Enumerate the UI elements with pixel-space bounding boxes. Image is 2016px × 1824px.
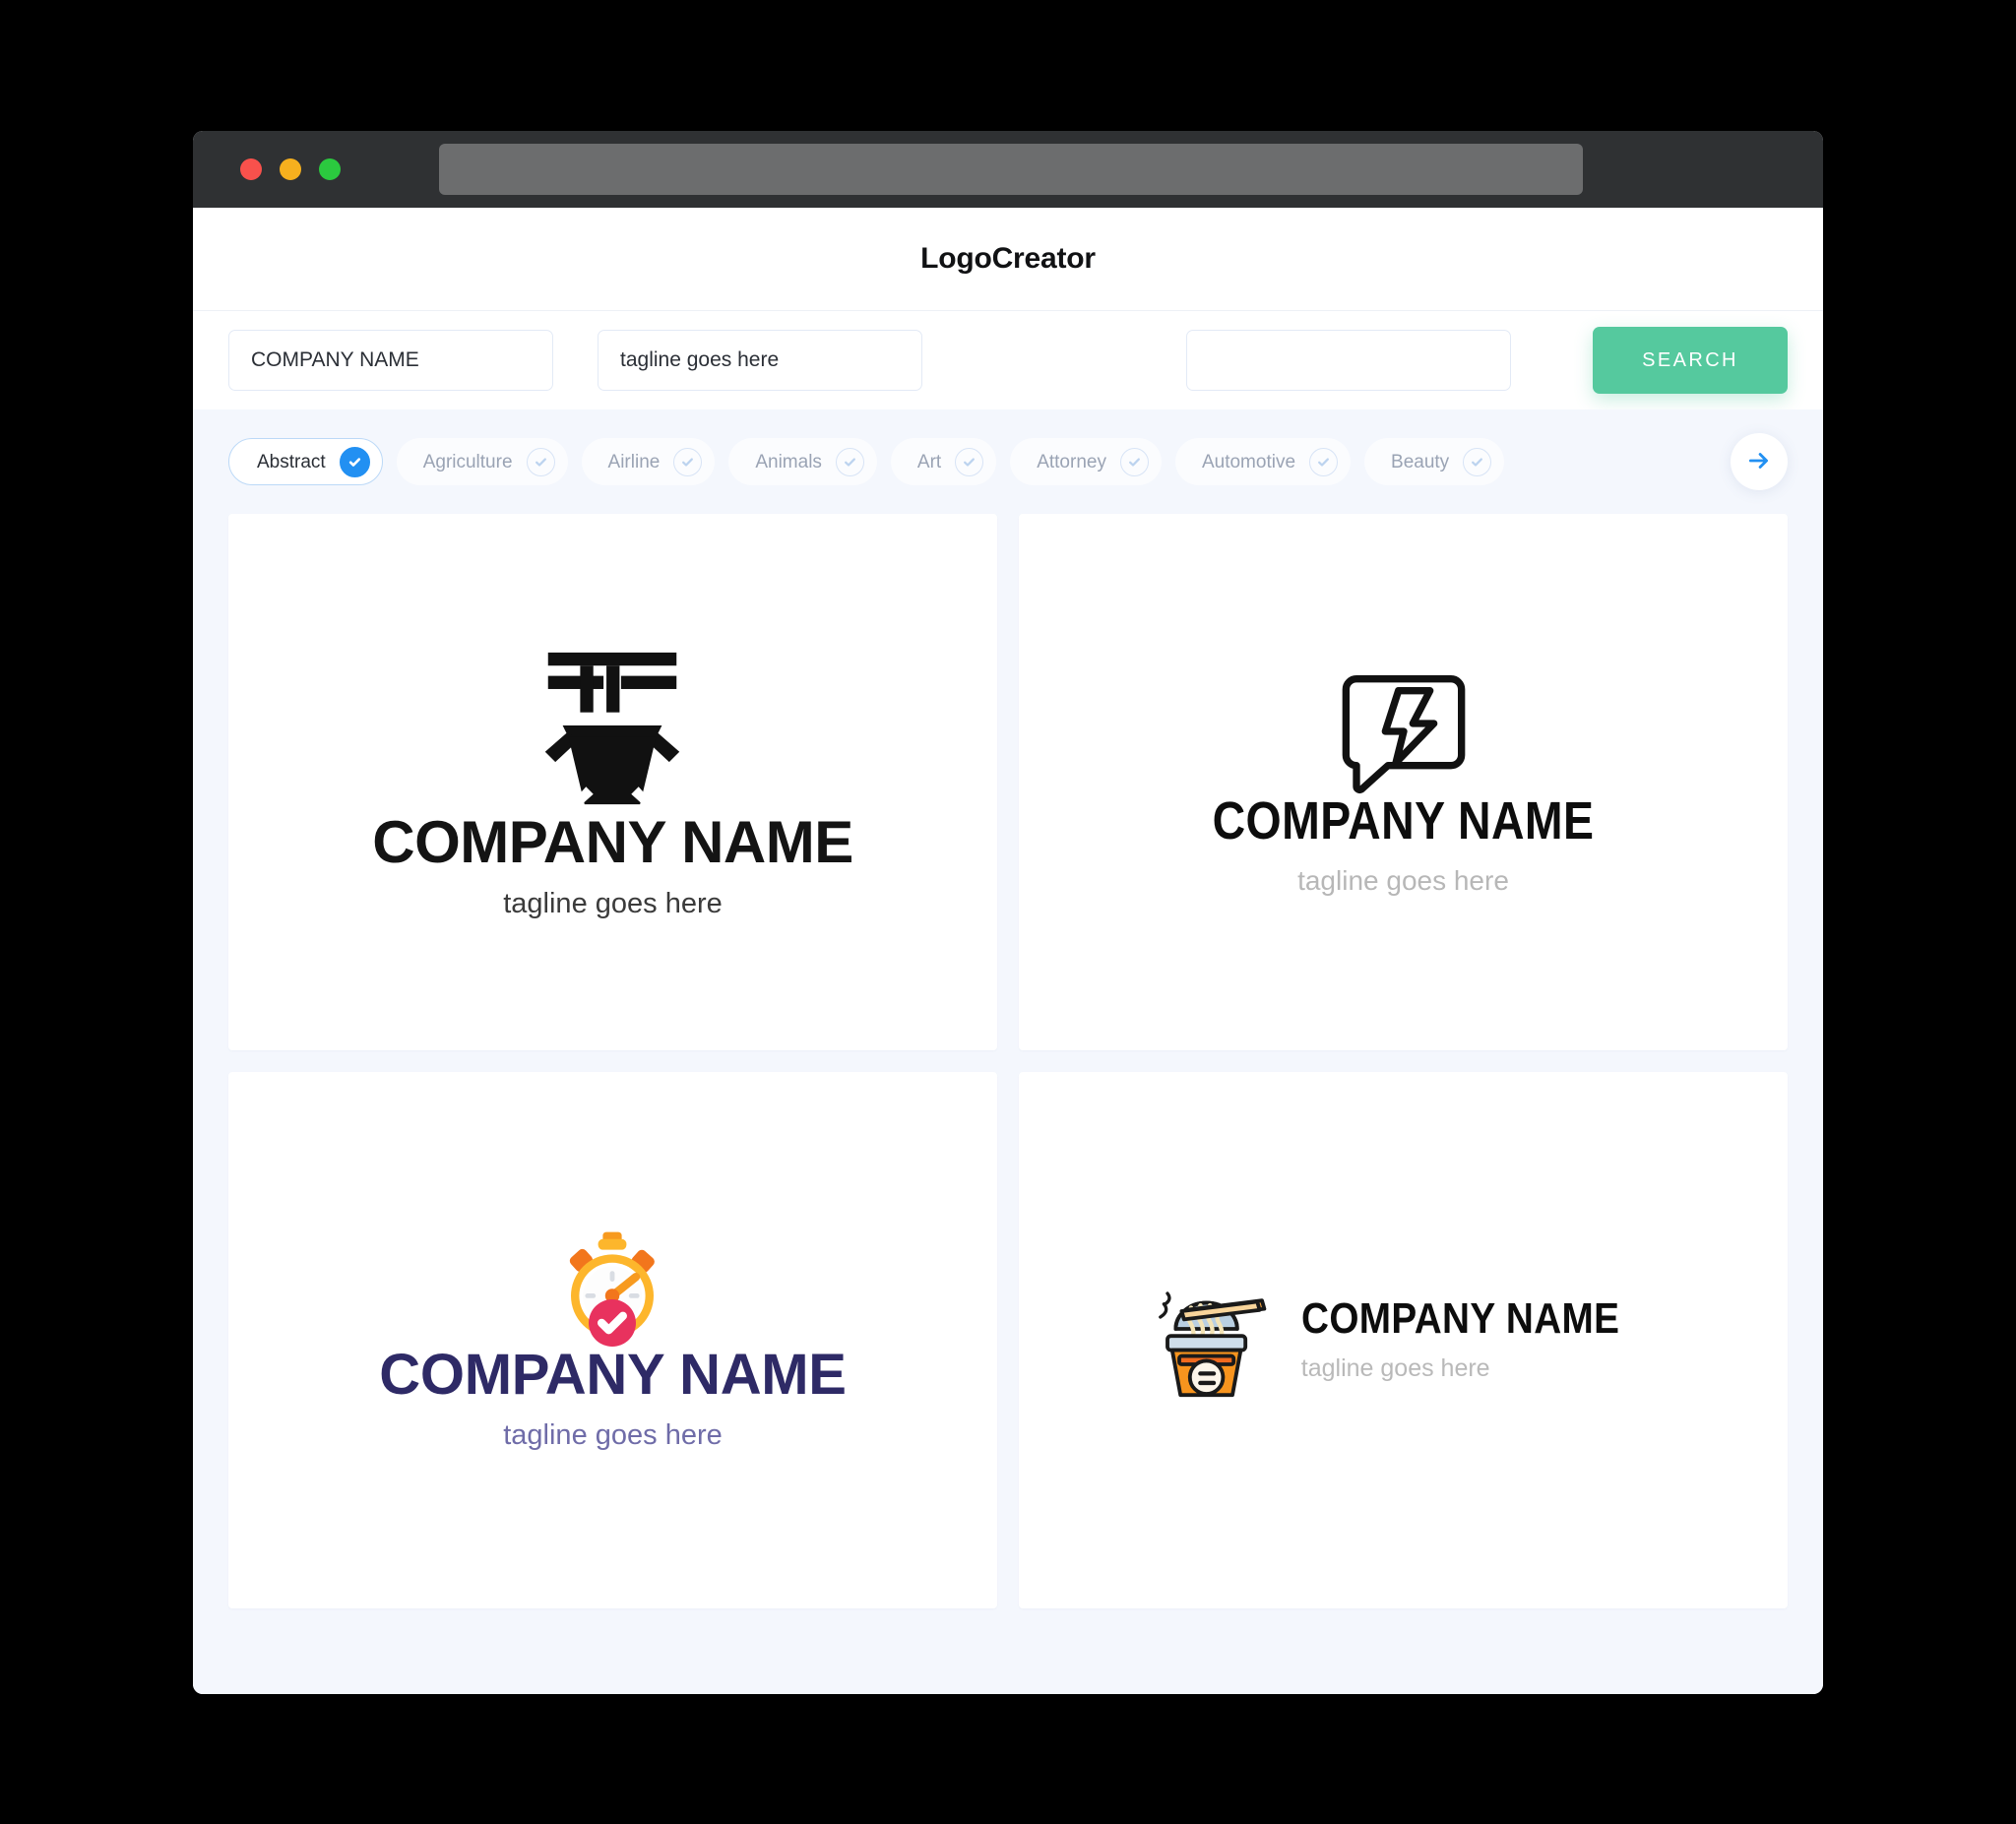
logo-card[interactable]: COMPANY NAME tagline goes here (1019, 1072, 1788, 1608)
logo-card[interactable]: COMPANY NAME tagline goes here (1019, 514, 1788, 1050)
tagline-input[interactable]: tagline goes here (598, 330, 922, 391)
logo-tagline: tagline goes here (1297, 864, 1509, 896)
logo-company-name: COMPANY NAME (379, 1343, 847, 1407)
logo-text-block: COMPANY NAME tagline goes here (1301, 1297, 1663, 1383)
category-chip-label: Automotive (1201, 451, 1296, 472)
category-chip-animals[interactable]: Animals (728, 438, 877, 485)
traffic-light-group (240, 158, 341, 180)
app-body: Abstract Agriculture Airline Animals Art… (193, 409, 1823, 1694)
arrow-right-icon (1746, 448, 1772, 476)
check-circle-icon (955, 447, 984, 476)
search-button[interactable]: SEARCH (1593, 327, 1788, 394)
browser-window: LogoCreator COMPANY NAME tagline goes he… (193, 131, 1823, 1694)
category-chip-label: Art (916, 451, 942, 472)
logo-text-block: COMPANY NAME tagline goes here (1181, 794, 1625, 897)
check-circle-icon (526, 447, 555, 476)
logo-tagline: tagline goes here (503, 888, 723, 919)
maximize-window-button[interactable] (319, 158, 341, 180)
check-circle-icon (673, 447, 703, 476)
category-chip-label: Airline (607, 451, 661, 472)
logo-text-block: COMPANY NAME tagline goes here (379, 1343, 847, 1452)
app-title: LogoCreator (920, 242, 1096, 275)
browser-titlebar (193, 131, 1823, 208)
speech-bubble-lightning-bolt-icon (1338, 668, 1470, 794)
category-chip-label: Abstract (257, 451, 326, 472)
logo-company-name: COMPANY NAME (1300, 1294, 1620, 1343)
logo-company-name: COMPANY NAME (1212, 790, 1595, 850)
category-chip-attorney[interactable]: Attorney (1010, 438, 1162, 485)
noodle-cup-chopsticks-icon (1144, 1282, 1268, 1400)
check-circle-icon (1309, 447, 1339, 476)
logo-text-block: COMPANY NAME tagline goes here (372, 809, 853, 920)
company-name-input[interactable]: COMPANY NAME (228, 330, 553, 391)
category-chip-automotive[interactable]: Automotive (1174, 438, 1352, 485)
close-window-button[interactable] (240, 158, 262, 180)
logo-tagline: tagline goes here (1300, 1354, 1490, 1382)
category-chip-label: Agriculture (422, 451, 513, 472)
check-circle-icon (835, 447, 864, 476)
logo-preview: COMPANY NAME tagline goes here (1181, 668, 1625, 897)
logo-results-grid: COMPANY NAME tagline goes here COMPANY N… (228, 514, 1788, 1628)
next-categories-button[interactable] (1731, 433, 1788, 490)
keyword-input[interactable] (1186, 330, 1511, 391)
category-chip-art[interactable]: Art (890, 438, 997, 485)
category-chip-abstract[interactable]: Abstract (228, 438, 383, 485)
url-address-bar[interactable] (439, 144, 1583, 195)
category-chip-beauty[interactable]: Beauty (1364, 438, 1505, 485)
logo-preview: COMPANY NAME tagline goes here (1144, 1282, 1663, 1400)
logo-card[interactable]: COMPANY NAME tagline goes here (228, 1072, 997, 1608)
abstract-pillar-cup-mark-icon (525, 644, 700, 813)
search-toolbar: COMPANY NAME tagline goes here SEARCH (193, 311, 1823, 409)
category-chip-label: Beauty (1391, 451, 1450, 472)
stopwatch-check-icon (553, 1228, 671, 1347)
minimize-window-button[interactable] (280, 158, 301, 180)
logo-preview: COMPANY NAME tagline goes here (372, 644, 853, 920)
app-header: LogoCreator (193, 208, 1823, 311)
logo-preview: COMPANY NAME tagline goes here (379, 1228, 847, 1452)
check-circle-icon (339, 446, 370, 477)
check-circle-icon (1119, 447, 1149, 476)
category-chip-agriculture[interactable]: Agriculture (396, 438, 568, 485)
logo-tagline: tagline goes here (503, 1419, 723, 1451)
logo-card[interactable]: COMPANY NAME tagline goes here (228, 514, 997, 1050)
category-chip-label: Attorney (1037, 451, 1106, 472)
category-chip-label: Animals (755, 451, 822, 472)
category-chip-airline[interactable]: Airline (581, 438, 716, 485)
logo-company-name: COMPANY NAME (372, 809, 853, 875)
category-filter-bar: Abstract Agriculture Airline Animals Art… (228, 409, 1788, 514)
check-circle-icon (1463, 447, 1492, 476)
